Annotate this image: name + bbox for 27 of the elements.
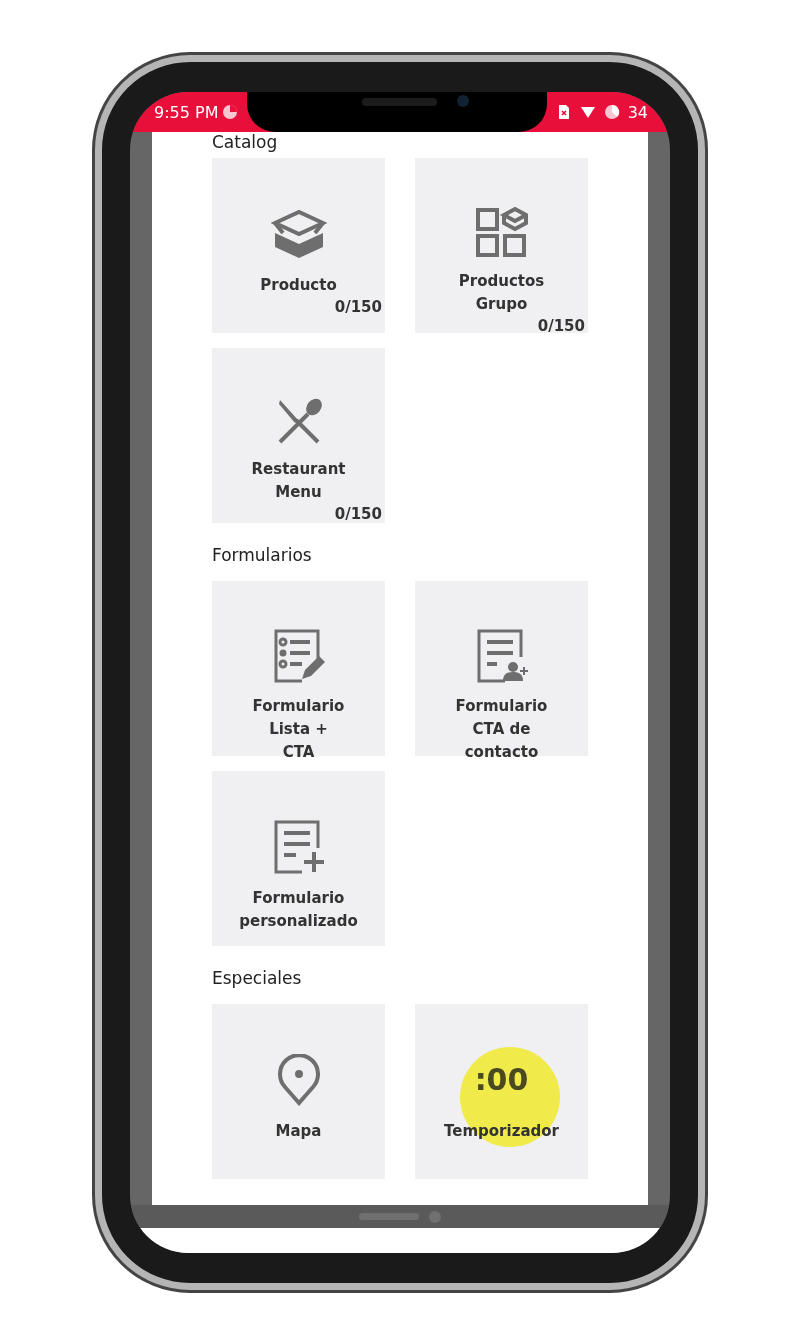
box-icon <box>270 209 327 259</box>
tile-button[interactable]: Formulario personalizado <box>212 771 385 946</box>
battery-icon <box>603 104 620 120</box>
tile-button[interactable]: Restaurant Menu 0/150 <box>212 348 385 523</box>
tile-button[interactable]: Formulario Lista + CTA <box>212 581 385 756</box>
grid-icon <box>475 206 528 258</box>
tile-button[interactable]: Mapa <box>212 1004 385 1179</box>
section-title: Especiales <box>212 968 303 990</box>
status-time: 9:55 PM <box>154 102 219 122</box>
tile-label: Producto <box>260 275 337 296</box>
tile-count: 0/150 <box>334 504 382 524</box>
tile-label: Restaurant Menu <box>251 459 346 503</box>
timer-digits: :00 <box>474 1065 529 1095</box>
section-title: Catalog <box>212 132 279 152</box>
tile-button[interactable]: Productos Grupo 0/150 <box>415 158 588 333</box>
tile-count: 0/150 <box>537 316 585 336</box>
tile-label: Mapa <box>275 1121 322 1142</box>
pie-icon <box>222 104 239 120</box>
tile-label: Formulario personalizado <box>239 888 358 932</box>
tile-button[interactable]: Formulario CTA de contacto <box>415 581 588 756</box>
tile-label: Productos Grupo <box>458 271 545 315</box>
location-pin-icon <box>276 1054 321 1106</box>
section-title: Formularios <box>212 545 313 567</box>
tile-count: 0/150 <box>334 297 382 317</box>
wifi-icon <box>579 104 596 120</box>
tile-button[interactable]: Producto 0/150 <box>212 158 385 333</box>
battery-level: 34 <box>627 102 648 122</box>
